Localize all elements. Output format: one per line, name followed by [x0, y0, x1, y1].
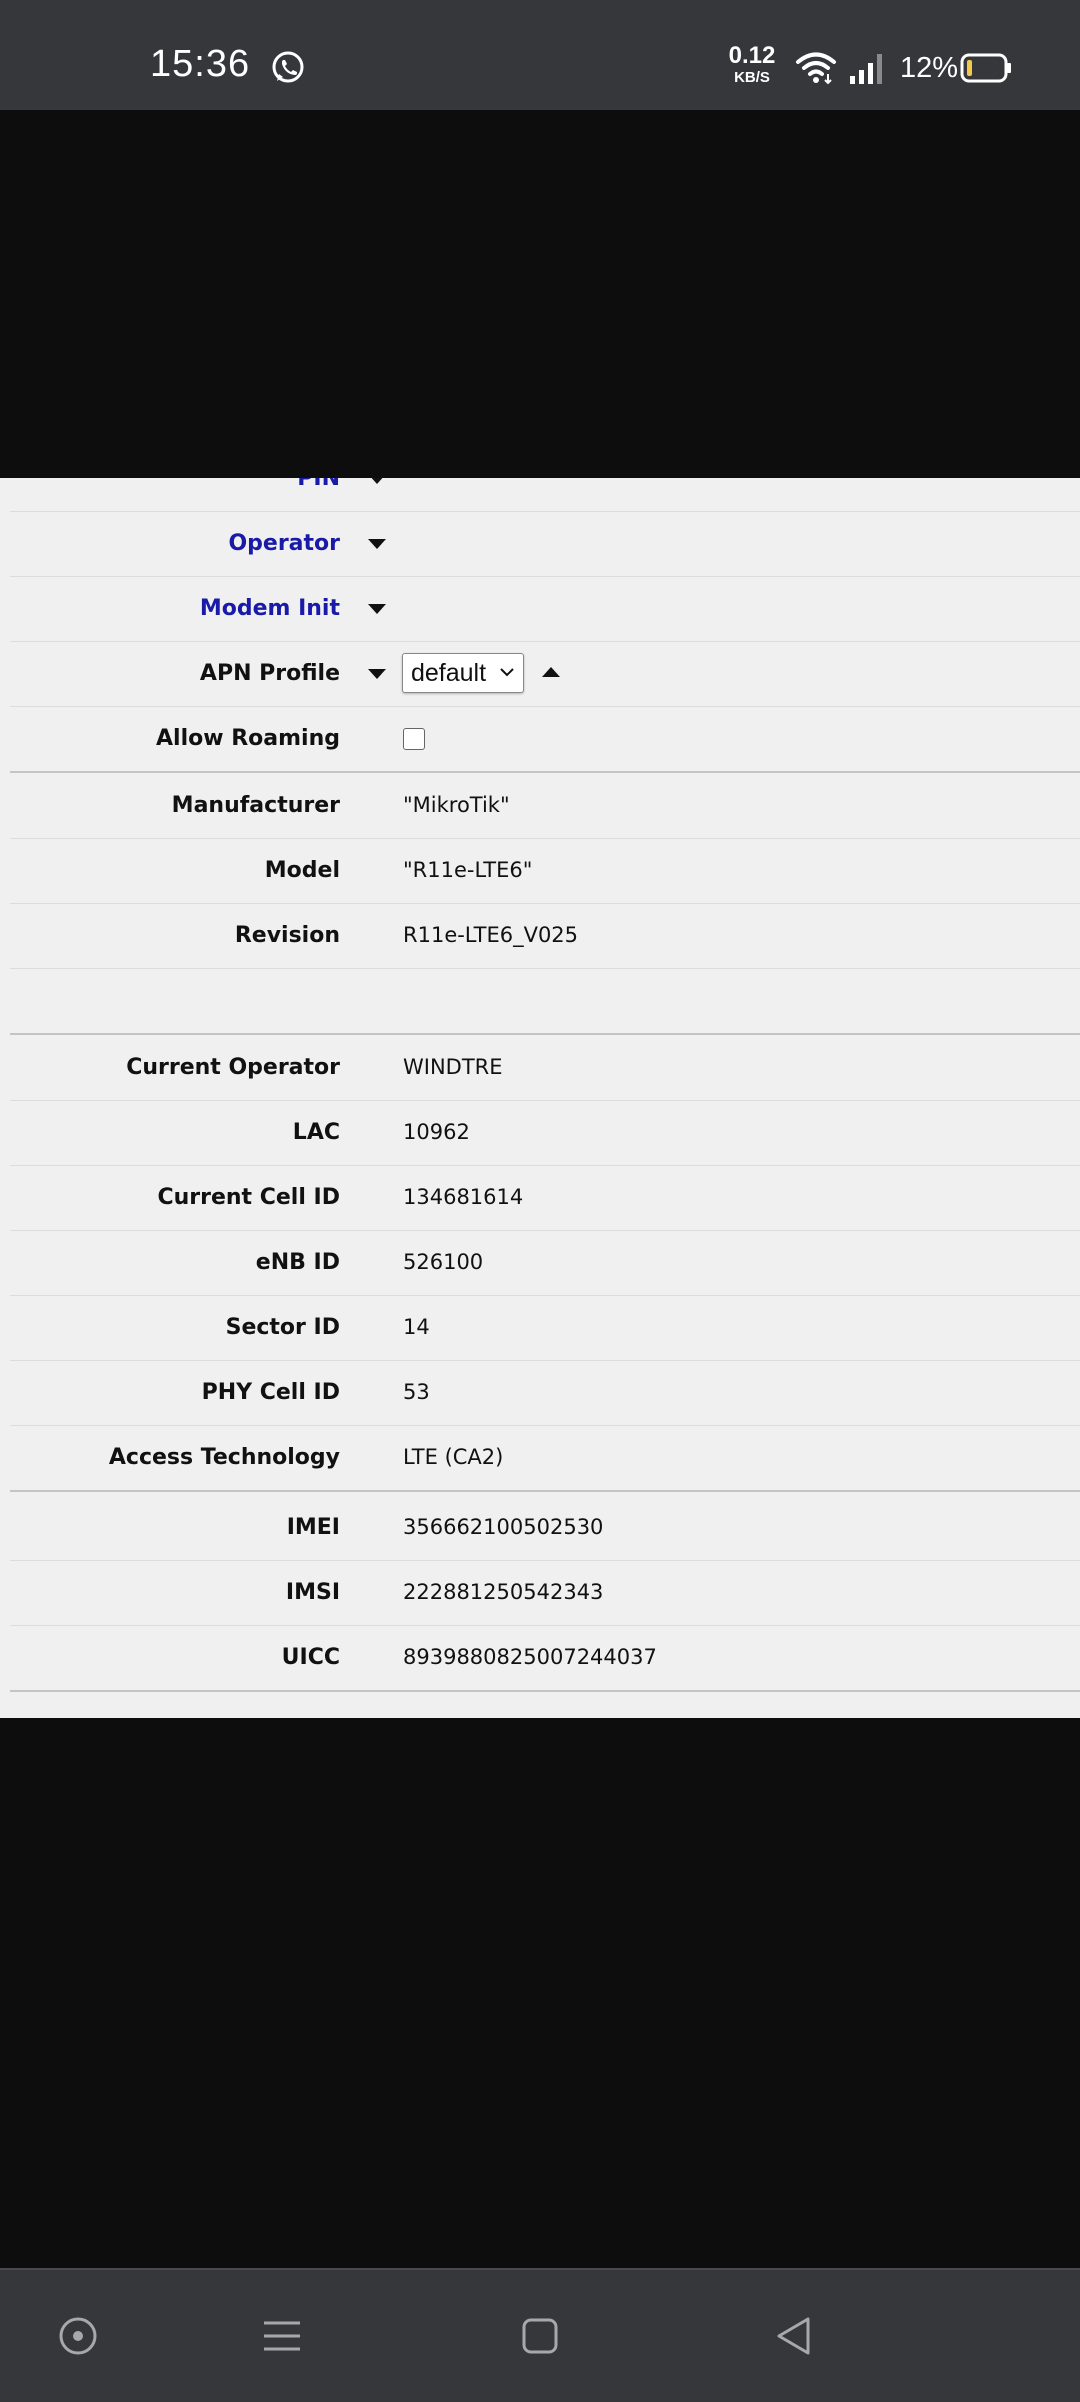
expand-operator-icon[interactable] [368, 539, 386, 549]
info-row-current-operator: Current Operator WINDTRE [10, 1035, 1080, 1101]
info-label: eNB ID [255, 1250, 340, 1275]
wifi-icon [796, 52, 836, 85]
info-row-access-technology: Access Technology LTE (CA2) [10, 1425, 1080, 1492]
network-speed: 0.12 KB/S [722, 42, 782, 86]
pin-row[interactable]: PIN [10, 478, 1080, 512]
expand-modem-init-icon[interactable] [368, 604, 386, 614]
info-label: Current Operator [126, 1055, 340, 1080]
info-value: LTE (CA2) [403, 1445, 504, 1469]
pin-label[interactable]: PIN [297, 478, 340, 511]
info-value: 8939880825007244037 [403, 1645, 657, 1669]
info-value: 14 [403, 1315, 430, 1339]
allow-roaming-checkbox[interactable] [403, 728, 425, 750]
info-value: 10962 [403, 1120, 470, 1144]
info-value: 222881250542343 [403, 1580, 604, 1604]
whatsapp-icon [272, 51, 304, 83]
info-value: R11e-LTE6_V025 [403, 923, 579, 947]
operator-label[interactable]: Operator [228, 511, 340, 576]
battery-icon [960, 53, 1011, 83]
signal-icon [850, 54, 882, 84]
menu-icon[interactable] [260, 2314, 304, 2358]
remove-apn-profile-icon[interactable] [542, 667, 560, 677]
info-row-phy-cell-id: PHY Cell ID 53 [10, 1360, 1080, 1426]
info-row-model: Model "R11e-LTE6" [10, 838, 1080, 904]
back-icon[interactable] [772, 2314, 816, 2358]
add-apn-profile-icon[interactable] [368, 669, 386, 679]
operator-row[interactable]: Operator [10, 511, 1080, 577]
info-row-manufacturer: Manufacturer "MikroTik" [10, 773, 1080, 839]
info-label: Sector ID [225, 1315, 340, 1340]
info-label: Model [264, 858, 340, 883]
apn-profile-value: default [411, 659, 487, 687]
allow-roaming-row: Allow Roaming [10, 706, 1080, 773]
info-label: IMSI [285, 1580, 340, 1605]
info-label: Current Cell ID [157, 1185, 340, 1210]
info-label: LAC [292, 1120, 340, 1145]
section-spacer [10, 968, 1080, 1035]
info-value: 526100 [403, 1250, 484, 1274]
battery-percent: 12% [900, 52, 959, 84]
info-row-revision: Revision R11e-LTE6_V025 [10, 903, 1080, 969]
info-value: "MikroTik" [403, 793, 510, 817]
network-speed-unit: KB/S [734, 69, 770, 86]
modem-init-label[interactable]: Modem Init [200, 576, 340, 641]
info-label: PHY Cell ID [201, 1380, 340, 1405]
navigation-bar [0, 2268, 1080, 2402]
lte-settings-panel: PIN Operator Modem Init APN Profile defa… [0, 478, 1080, 1718]
info-label: Revision [234, 923, 340, 948]
info-label: Access Technology [108, 1445, 340, 1470]
clock: 15:36 [150, 43, 251, 85]
chevron-down-icon [500, 668, 514, 677]
info-value: WINDTRE [403, 1055, 503, 1079]
info-row-uicc: UICC 8939880825007244037 [10, 1625, 1080, 1692]
info-label: Manufacturer [171, 793, 340, 818]
info-value: "R11e-LTE6" [403, 858, 533, 882]
assistant-icon[interactable] [56, 2314, 100, 2358]
modem-init-row[interactable]: Modem Init [10, 576, 1080, 642]
status-bar: 15:36 0.12 KB/S 12% [0, 0, 1080, 110]
info-value: 356662100502530 [403, 1515, 604, 1539]
info-row-lac: LAC 10962 [10, 1100, 1080, 1166]
info-row-current-cell-id: Current Cell ID 134681614 [10, 1165, 1080, 1231]
info-row-imsi: IMSI 222881250542343 [10, 1560, 1080, 1626]
apn-profile-row: APN Profile default [10, 641, 1080, 707]
apn-profile-select[interactable]: default [402, 653, 524, 693]
info-row-sector-id: Sector ID 14 [10, 1295, 1080, 1361]
allow-roaming-label: Allow Roaming [156, 726, 340, 751]
info-value: 134681614 [403, 1185, 524, 1209]
info-row-enb-id: eNB ID 526100 [10, 1230, 1080, 1296]
apn-profile-label: APN Profile [199, 661, 340, 686]
info-value: 53 [403, 1380, 430, 1404]
network-speed-value: 0.12 [728, 42, 776, 69]
expand-pin-icon[interactable] [368, 478, 386, 484]
info-label: IMEI [286, 1515, 340, 1540]
info-label: UICC [281, 1645, 340, 1670]
info-row-imei: IMEI 356662100502530 [10, 1495, 1080, 1561]
home-icon[interactable] [518, 2314, 562, 2358]
